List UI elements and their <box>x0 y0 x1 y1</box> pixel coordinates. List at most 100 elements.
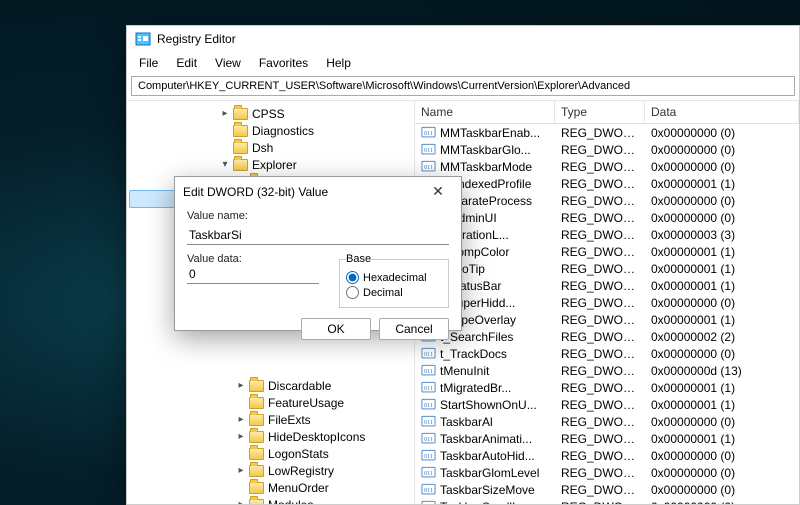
menu-help[interactable]: Help <box>318 54 359 72</box>
dword-icon: 011 <box>421 449 436 463</box>
value-row[interactable]: 011tMigratedBr...REG_DWORD0x00000001 (1) <box>415 379 799 396</box>
values-pane[interactable]: Name Type Data 011MMTaskbarEnab...REG_DW… <box>415 101 799 504</box>
tree-label: FileExts <box>268 413 311 427</box>
value-row[interactable]: 011 TaskbarSizeMove REG_DWORD0x00000000 (0… <box>415 481 799 498</box>
value-data: 0x00000000 (0) <box>645 466 799 480</box>
expand-icon[interactable]: ▸ <box>235 380 247 391</box>
value-row[interactable]: 011t_TrackDocsREG_DWORD0x00000000 (0) <box>415 345 799 362</box>
expand-icon[interactable]: ▸ <box>235 414 247 425</box>
value-type: REG_DWORD <box>555 177 645 191</box>
dword-icon: 011 <box>421 364 436 378</box>
tree-item[interactable]: ▸ FileExts <box>129 411 412 428</box>
folder-icon <box>249 414 264 426</box>
value-type: REG_DWORD <box>555 483 645 497</box>
value-data-input[interactable] <box>187 265 319 284</box>
tree-label: LogonStats <box>268 447 329 461</box>
folder-icon <box>249 431 264 443</box>
svg-text:011: 011 <box>424 436 433 442</box>
radio-hex[interactable] <box>346 271 359 284</box>
label-value-data: Value data: <box>187 253 319 265</box>
expand-icon[interactable]: ▸ <box>235 431 247 442</box>
value-row[interactable]: 011MMTaskbarModeREG_DWORD0x00000000 (0) <box>415 158 799 175</box>
tree-label: FeatureUsage <box>268 396 344 410</box>
value-row[interactable]: 011wInfoTipREG_DWORD0x00000001 (1) <box>415 260 799 277</box>
value-name: StartShownOnU... <box>440 398 537 412</box>
expand-icon[interactable]: ▸ <box>235 465 247 476</box>
dword-icon: 011 <box>421 483 436 497</box>
radio-dec[interactable] <box>346 286 359 299</box>
tree-item[interactable]: ▾Explorer <box>129 156 412 173</box>
expand-icon[interactable]: ▸ <box>219 108 231 119</box>
col-name[interactable]: Name <box>415 101 555 123</box>
value-data: 0x00000000 (0) <box>645 126 799 140</box>
value-row[interactable]: 011erAdminUIREG_DWORD0x00000000 (0) <box>415 209 799 226</box>
svg-text:011: 011 <box>424 487 433 493</box>
ok-button[interactable]: OK <box>301 318 371 340</box>
value-data: 0x00000000 (0) <box>645 415 799 429</box>
value-row[interactable]: 011TaskbarGlomLevelREG_DWORD0x00000000 (… <box>415 464 799 481</box>
tree-item[interactable]: LogonStats <box>129 445 412 462</box>
value-data: 0x00000000 (0) <box>645 347 799 361</box>
regedit-icon <box>135 31 151 47</box>
svg-text:011: 011 <box>424 351 433 357</box>
radio-dec-row[interactable]: Decimal <box>346 286 442 299</box>
address-bar[interactable]: Computer\HKEY_CURRENT_USER\Software\Micr… <box>131 76 795 96</box>
edit-dword-dialog: Edit DWORD (32-bit) Value ✕ Value name: … <box>174 176 462 331</box>
value-type: REG_DWORD <box>555 449 645 463</box>
tree-label: LowRegistry <box>268 464 334 478</box>
value-row[interactable]: 011TaskbarAlREG_DWORD0x00000000 (0) <box>415 413 799 430</box>
tree-item[interactable]: MenuOrder <box>129 479 412 496</box>
dword-icon: 011 <box>421 381 436 395</box>
value-name-input[interactable] <box>187 226 449 245</box>
value-data: 0x00000000 (0) <box>645 449 799 463</box>
tree-item[interactable]: ▸CPSS <box>129 105 412 122</box>
value-row[interactable]: 011wSuperHidd...REG_DWORD0x00000000 (0) <box>415 294 799 311</box>
tree-item[interactable]: Dsh <box>129 139 412 156</box>
value-row[interactable]: 011t_SearchFilesREG_DWORD0x00000002 (2) <box>415 328 799 345</box>
col-type[interactable]: Type <box>555 101 645 123</box>
value-data: 0x00000000 (0) <box>645 483 799 497</box>
cancel-button[interactable]: Cancel <box>379 318 449 340</box>
menu-view[interactable]: View <box>207 54 249 72</box>
value-row[interactable]: 011MMTaskbarGlo...REG_DWORD0x00000000 (0… <box>415 141 799 158</box>
value-row[interactable]: 011tMenuInitREG_DWORD0x0000000d (13) <box>415 362 799 379</box>
tree-item[interactable]: ▸Modules <box>129 496 412 504</box>
value-row[interactable]: 011StartShownOnU...REG_DWORD0x00000001 (… <box>415 396 799 413</box>
tree-item[interactable]: ▸Discardable <box>129 377 412 394</box>
value-row[interactable]: 011MMTaskbarEnab...REG_DWORD0x00000000 (… <box>415 124 799 141</box>
menu-edit[interactable]: Edit <box>168 54 205 72</box>
value-data: 0x00000001 (1) <box>645 279 799 293</box>
expand-icon[interactable]: ▸ <box>235 499 247 504</box>
tree-label: MenuOrder <box>268 481 329 495</box>
tree-item[interactable]: ▸ LowRegistry <box>129 462 412 479</box>
value-row[interactable]: 011ReindexedProfileREG_DWORD0x00000001 (… <box>415 175 799 192</box>
radio-hex-row[interactable]: Hexadecimal <box>346 271 442 284</box>
menu-favorites[interactable]: Favorites <box>251 54 316 72</box>
menu-file[interactable]: File <box>131 54 166 72</box>
value-type: REG_DWORD <box>555 262 645 276</box>
value-type: REG_DWORD <box>555 466 645 480</box>
expand-icon[interactable]: ▾ <box>219 159 231 170</box>
value-name: TaskbarSizeMove <box>440 483 535 497</box>
value-row[interactable]: 011SeparateProcessREG_DWORD0x00000000 (0… <box>415 192 799 209</box>
col-data[interactable]: Data <box>645 101 799 123</box>
tree-item[interactable]: ▸ HideDesktopIcons <box>129 428 412 445</box>
value-row[interactable]: 011TaskbarSmallIconsREG_DWORD0x00000000 … <box>415 498 799 504</box>
value-row[interactable]: 011wStatusBarREG_DWORD0x00000001 (1) <box>415 277 799 294</box>
value-row[interactable]: 011TaskbarAnimati...REG_DWORD0x00000001 … <box>415 430 799 447</box>
value-name: TaskbarAnimati... <box>440 432 532 446</box>
tree-item[interactable]: FeatureUsage <box>129 394 412 411</box>
value-row[interactable]: 011lMigrationL...REG_DWORD0x00000003 (3) <box>415 226 799 243</box>
value-type: REG_DWORD <box>555 279 645 293</box>
tree-item[interactable]: Diagnostics <box>129 122 412 139</box>
value-row[interactable]: 011 TaskbarAutoHid... REG_DWORD0x00000000 … <box>415 447 799 464</box>
value-name: MMTaskbarGlo... <box>440 143 531 157</box>
value-data: 0x00000002 (2) <box>645 330 799 344</box>
tree-label: HideDesktopIcons <box>268 430 365 444</box>
value-row[interactable]: 011wTypeOverlayREG_DWORD0x00000001 (1) <box>415 311 799 328</box>
value-name: TaskbarAutoHid... <box>440 449 535 463</box>
close-icon[interactable]: ✕ <box>423 183 453 200</box>
svg-text:011: 011 <box>424 385 433 391</box>
value-name: TaskbarGlomLevel <box>440 466 539 480</box>
value-row[interactable]: 011wCompColorREG_DWORD0x00000001 (1) <box>415 243 799 260</box>
